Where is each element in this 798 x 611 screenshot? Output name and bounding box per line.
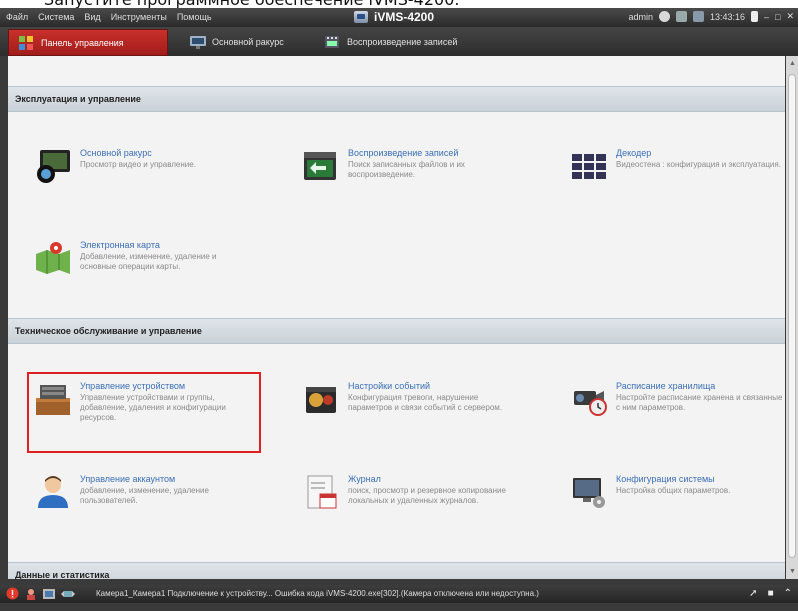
tab-bar: Панель управления Основной ракурс Воспро… bbox=[0, 27, 798, 56]
pin-icon[interactable]: ➚ bbox=[749, 588, 757, 599]
restore-icon[interactable]: ■ bbox=[768, 588, 774, 599]
item-account-management[interactable]: Управление аккаунтом добавление, изменен… bbox=[34, 474, 250, 510]
menu-system[interactable]: Система bbox=[38, 12, 74, 22]
menu-file[interactable]: Файл bbox=[6, 12, 28, 22]
clock-time: 13:43:16 bbox=[709, 11, 745, 22]
app-title: iVMS-4200 bbox=[374, 10, 435, 24]
item-desc: Поиск записанных файлов и их воспроизвед… bbox=[348, 160, 465, 179]
item-emap[interactable]: Электронная карта Добавление, изменение,… bbox=[34, 240, 250, 276]
window-title: iVMS-4200 bbox=[354, 10, 434, 24]
tab-label: Воспроизведение записей bbox=[347, 36, 458, 47]
user-account-icon bbox=[34, 474, 72, 510]
user-icon[interactable] bbox=[658, 11, 670, 22]
app-logo-icon bbox=[354, 11, 368, 23]
film-icon bbox=[325, 35, 339, 49]
item-desc: Конфигурация тревоги, нарушение параметр… bbox=[348, 393, 502, 412]
video-wall-icon bbox=[570, 148, 608, 184]
item-event-settings[interactable]: Настройки событий Конфигурация тревоги, … bbox=[302, 381, 518, 417]
map-icon bbox=[34, 240, 72, 276]
item-desc: добавление, изменение, удаление пользова… bbox=[80, 486, 209, 505]
highlight-device-management bbox=[27, 372, 261, 453]
tab-playback[interactable]: Воспроизведение записей bbox=[315, 29, 467, 54]
menubar: Файл Система Вид Инструменты Помощь iVMS… bbox=[0, 8, 798, 27]
item-desc: Добавление, изменение, удаление и основн… bbox=[80, 252, 217, 271]
menu-view[interactable]: Вид bbox=[84, 12, 100, 22]
close-button[interactable]: ✕ bbox=[786, 11, 794, 22]
item-title: Декодер bbox=[616, 148, 652, 158]
image-icon[interactable] bbox=[43, 588, 55, 602]
item-system-config[interactable]: Конфигурация системы Настройка общих пар… bbox=[570, 474, 785, 510]
tab-main-view[interactable]: Основной ракурс bbox=[180, 29, 294, 54]
playback-icon bbox=[302, 148, 340, 184]
warning-icon[interactable] bbox=[6, 587, 19, 602]
item-title: Расписание хранилища bbox=[616, 381, 716, 391]
camera-view-icon bbox=[34, 148, 72, 184]
section-header-operation: Эксплуатация и управление bbox=[8, 86, 785, 112]
document-caption: Запустите программное обеспечение iVMS-4… bbox=[0, 0, 798, 8]
log-calendar-icon bbox=[302, 474, 340, 510]
caption-text: Запустите программное обеспечение iVMS-4… bbox=[44, 0, 459, 8]
item-desc: Настройте расписание хранена и связанные… bbox=[616, 393, 783, 412]
menu-tools[interactable]: Инструменты bbox=[111, 12, 167, 22]
monitor-gear-icon bbox=[570, 474, 608, 510]
item-playback[interactable]: Воспроизведение записей Поиск записанных… bbox=[302, 148, 518, 184]
event-film-icon bbox=[302, 381, 340, 417]
item-title: Электронная карта bbox=[80, 240, 160, 250]
tab-label: Основной ракурс bbox=[212, 36, 284, 47]
item-title: Журнал bbox=[348, 474, 381, 484]
status-bar: Камера1_Камера1 Подключение к устройству… bbox=[0, 585, 798, 603]
scroll-down-icon[interactable]: ▼ bbox=[789, 568, 796, 575]
collapse-icon[interactable]: ⌃ bbox=[784, 588, 792, 599]
item-desc: поиск, просмотр и резервное копирование … bbox=[348, 486, 506, 505]
item-desc: Просмотр видео и управление. bbox=[80, 160, 196, 169]
grid-icon bbox=[19, 35, 33, 50]
cpu-icon[interactable] bbox=[675, 11, 687, 22]
item-main-view[interactable]: Основной ракурс Просмотр видео и управле… bbox=[34, 148, 250, 184]
user-status-icon[interactable] bbox=[25, 588, 37, 602]
tab-control-panel[interactable]: Панель управления bbox=[8, 29, 168, 56]
item-desc: Настройка общих параметров. bbox=[616, 486, 731, 495]
status-message: Камера1_Камера1 Подключение к устройству… bbox=[96, 589, 539, 598]
section-header-maintenance: Техническое обслуживание и управление bbox=[8, 318, 785, 344]
maximize-button[interactable]: □ bbox=[775, 12, 780, 22]
camera-clock-icon bbox=[570, 381, 608, 417]
item-title: Управление аккаунтом bbox=[80, 474, 176, 484]
item-title: Основной ракурс bbox=[80, 148, 152, 158]
menu-help[interactable]: Помощь bbox=[177, 12, 212, 22]
item-storage-schedule[interactable]: Расписание хранилища Настройте расписани… bbox=[570, 381, 785, 417]
control-panel-content: Эксплуатация и управление Основной ракур… bbox=[8, 56, 785, 579]
tab-label: Панель управления bbox=[41, 37, 124, 48]
scroll-thumb[interactable] bbox=[788, 74, 796, 558]
calendar-icon[interactable] bbox=[692, 11, 704, 22]
lock-icon[interactable] bbox=[751, 11, 758, 22]
item-log[interactable]: Журнал поиск, просмотр и резервное копир… bbox=[302, 474, 518, 510]
item-title: Воспроизведение записей bbox=[348, 148, 459, 158]
minimize-button[interactable]: – bbox=[764, 12, 769, 22]
monitor-icon bbox=[190, 35, 206, 49]
item-title: Конфигурация системы bbox=[616, 474, 715, 484]
item-title: Настройки событий bbox=[348, 381, 431, 391]
item-desc: Видеостена : конфигурация и эксплуатация… bbox=[616, 160, 781, 169]
vertical-scrollbar[interactable]: ▲ ▼ bbox=[786, 56, 798, 579]
section-header-data: Данные и статистика bbox=[8, 562, 785, 579]
message-icon[interactable] bbox=[61, 588, 75, 602]
scroll-up-icon[interactable]: ▲ bbox=[789, 60, 796, 67]
item-decoder[interactable]: Декодер Видеостена : конфигурация и эксп… bbox=[570, 148, 785, 184]
user-name[interactable]: admin bbox=[628, 12, 653, 22]
